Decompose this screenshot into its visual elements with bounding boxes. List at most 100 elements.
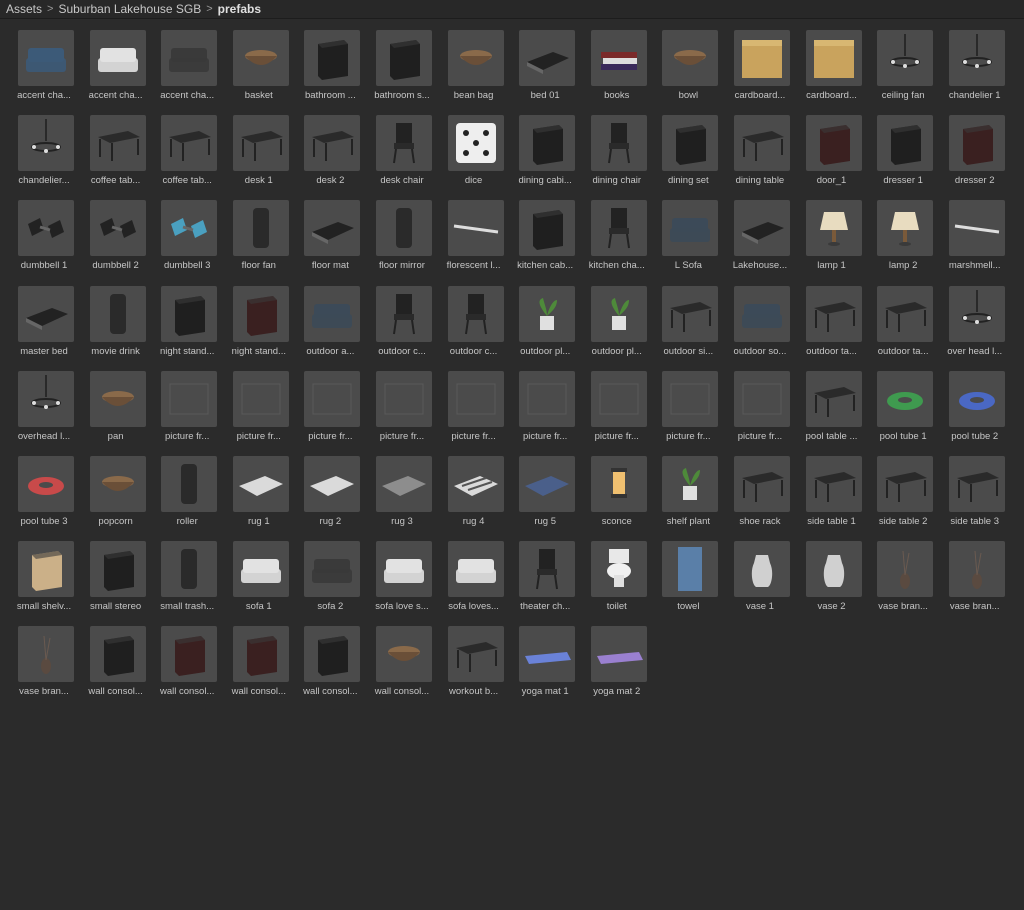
asset-item[interactable]: small stereo	[78, 534, 150, 619]
picture-frame-icon[interactable]	[590, 370, 647, 427]
asset-item[interactable]: dresser 2	[937, 108, 1009, 193]
asset-item[interactable]: sconce	[579, 449, 651, 534]
asset-item[interactable]: floor fan	[221, 193, 293, 278]
asset-item[interactable]: wall consol...	[364, 619, 436, 704]
toilet-icon[interactable]	[590, 541, 647, 598]
asset-item[interactable]: master bed	[6, 279, 78, 364]
asset-item[interactable]: cardboard...	[794, 23, 866, 108]
outdoor-plant-icon[interactable]	[519, 285, 576, 342]
asset-item[interactable]: toilet	[579, 534, 651, 619]
love-seat-icon[interactable]	[447, 541, 504, 598]
vase-branch-dark-icon[interactable]	[948, 541, 1005, 598]
yoga-mat-purple-icon[interactable]	[590, 626, 647, 683]
asset-item[interactable]: dumbbell 1	[6, 193, 78, 278]
pendant-light-icon[interactable]	[18, 370, 74, 427]
asset-item[interactable]: rug 2	[292, 449, 364, 534]
side-table-open-icon[interactable]	[948, 455, 1005, 512]
asset-item[interactable]: yoga mat 2	[579, 619, 651, 704]
asset-item[interactable]: accent cha...	[6, 23, 78, 108]
asset-item[interactable]: pool table ...	[794, 364, 866, 449]
asset-item[interactable]: Lakehouse...	[722, 193, 794, 278]
asset-item[interactable]: yoga mat 1	[507, 619, 579, 704]
asset-item[interactable]: small trash...	[149, 534, 221, 619]
asset-item[interactable]: ceiling fan	[865, 23, 937, 108]
pool-tube-red-icon[interactable]	[18, 455, 74, 512]
vase-white-icon[interactable]	[805, 541, 862, 598]
outdoor-wood-chair-icon[interactable]	[447, 285, 504, 342]
asset-item[interactable]: pool tube 3	[6, 449, 78, 534]
cardboard-box-icon[interactable]	[733, 30, 790, 86]
coffee-table-dark-icon[interactable]	[161, 115, 218, 172]
pan-icon[interactable]	[89, 370, 146, 427]
vase-branch-icon[interactable]	[877, 541, 934, 598]
asset-item[interactable]: night stand...	[149, 279, 221, 364]
dumbbell-blue-icon[interactable]	[161, 200, 218, 257]
asset-item[interactable]: bean bag	[436, 23, 508, 108]
wall-console-baskets-icon[interactable]	[375, 626, 432, 683]
asset-item[interactable]: side table 3	[937, 449, 1009, 534]
asset-item[interactable]: coffee tab...	[149, 108, 221, 193]
asset-item[interactable]: chandelier...	[6, 108, 78, 193]
dining-table-icon[interactable]	[733, 115, 790, 172]
picture-frame-icon[interactable]	[733, 370, 790, 427]
asset-item[interactable]: dumbbell 3	[149, 193, 221, 278]
movie-drink-icon[interactable]	[89, 285, 146, 342]
books-icon[interactable]	[590, 30, 647, 86]
asset-item[interactable]: popcorn	[78, 449, 150, 534]
asset-item[interactable]: pool tube 1	[865, 364, 937, 449]
l-sofa-icon[interactable]	[662, 200, 719, 257]
floor-mat-icon[interactable]	[304, 200, 361, 257]
asset-item[interactable]: workout b...	[436, 619, 508, 704]
asset-item[interactable]: desk chair	[364, 108, 436, 193]
asset-item[interactable]: outdoor c...	[364, 279, 436, 364]
picture-frame-icon[interactable]	[304, 370, 361, 427]
asset-item[interactable]: small shelv...	[6, 534, 78, 619]
accent-chair-gray-icon[interactable]	[161, 30, 218, 86]
door-icon[interactable]	[805, 115, 862, 172]
asset-item[interactable]: lamp 1	[794, 193, 866, 278]
asset-item[interactable]: bed 01	[507, 23, 579, 108]
rug-striped-icon[interactable]	[447, 455, 504, 512]
asset-item[interactable]: vase bran...	[6, 619, 78, 704]
asset-item[interactable]: picture fr...	[579, 364, 651, 449]
breadcrumb-current[interactable]: prefabs	[218, 2, 261, 16]
rug-pattern-icon[interactable]	[519, 455, 576, 512]
sofa-dark-icon[interactable]	[304, 541, 361, 598]
theater-chair-icon[interactable]	[519, 541, 576, 598]
shelf-plant-icon[interactable]	[662, 455, 719, 512]
asset-item[interactable]: L Sofa	[650, 193, 722, 278]
asset-item[interactable]: rug 1	[221, 449, 293, 534]
asset-item[interactable]: sofa 1	[221, 534, 293, 619]
asset-item[interactable]: movie drink	[78, 279, 150, 364]
chandelier-icon[interactable]	[948, 30, 1005, 86]
workout-bench-icon[interactable]	[447, 626, 504, 683]
wall-console-icon[interactable]	[89, 626, 146, 683]
asset-item[interactable]: basket	[221, 23, 293, 108]
dresser-brown-icon[interactable]	[948, 115, 1005, 172]
asset-item[interactable]: wall consol...	[292, 619, 364, 704]
pool-table-icon[interactable]	[805, 370, 862, 427]
asset-item[interactable]: kitchen cha...	[579, 193, 651, 278]
asset-item[interactable]: dice	[436, 108, 508, 193]
asset-item[interactable]: outdoor ta...	[794, 279, 866, 364]
basket-icon[interactable]	[232, 30, 289, 86]
asset-item[interactable]: desk 2	[292, 108, 364, 193]
small-stereo-icon[interactable]	[89, 541, 146, 598]
dining-set-icon[interactable]	[662, 115, 719, 172]
outdoor-plant-white-pot-icon[interactable]	[590, 285, 647, 342]
asset-item[interactable]: marshmell...	[937, 193, 1009, 278]
night-stand-icon[interactable]	[161, 285, 218, 342]
outdoor-side-table-icon[interactable]	[662, 285, 719, 342]
outdoor-round-table-icon[interactable]	[877, 285, 934, 342]
picture-frame-icon[interactable]	[232, 370, 289, 427]
lakehouse-icon[interactable]	[733, 200, 790, 257]
overhead-lights-icon[interactable]	[948, 285, 1005, 342]
asset-item[interactable]: picture fr...	[364, 364, 436, 449]
cardboard-box-icon[interactable]	[805, 30, 862, 86]
floor-fan-icon[interactable]	[232, 200, 289, 257]
asset-item[interactable]: picture fr...	[436, 364, 508, 449]
asset-item[interactable]: wall consol...	[149, 619, 221, 704]
outdoor-table-set-icon[interactable]	[805, 285, 862, 342]
vase-branch-clear-icon[interactable]	[18, 626, 74, 683]
accent-chair-blue-icon[interactable]	[18, 30, 74, 86]
